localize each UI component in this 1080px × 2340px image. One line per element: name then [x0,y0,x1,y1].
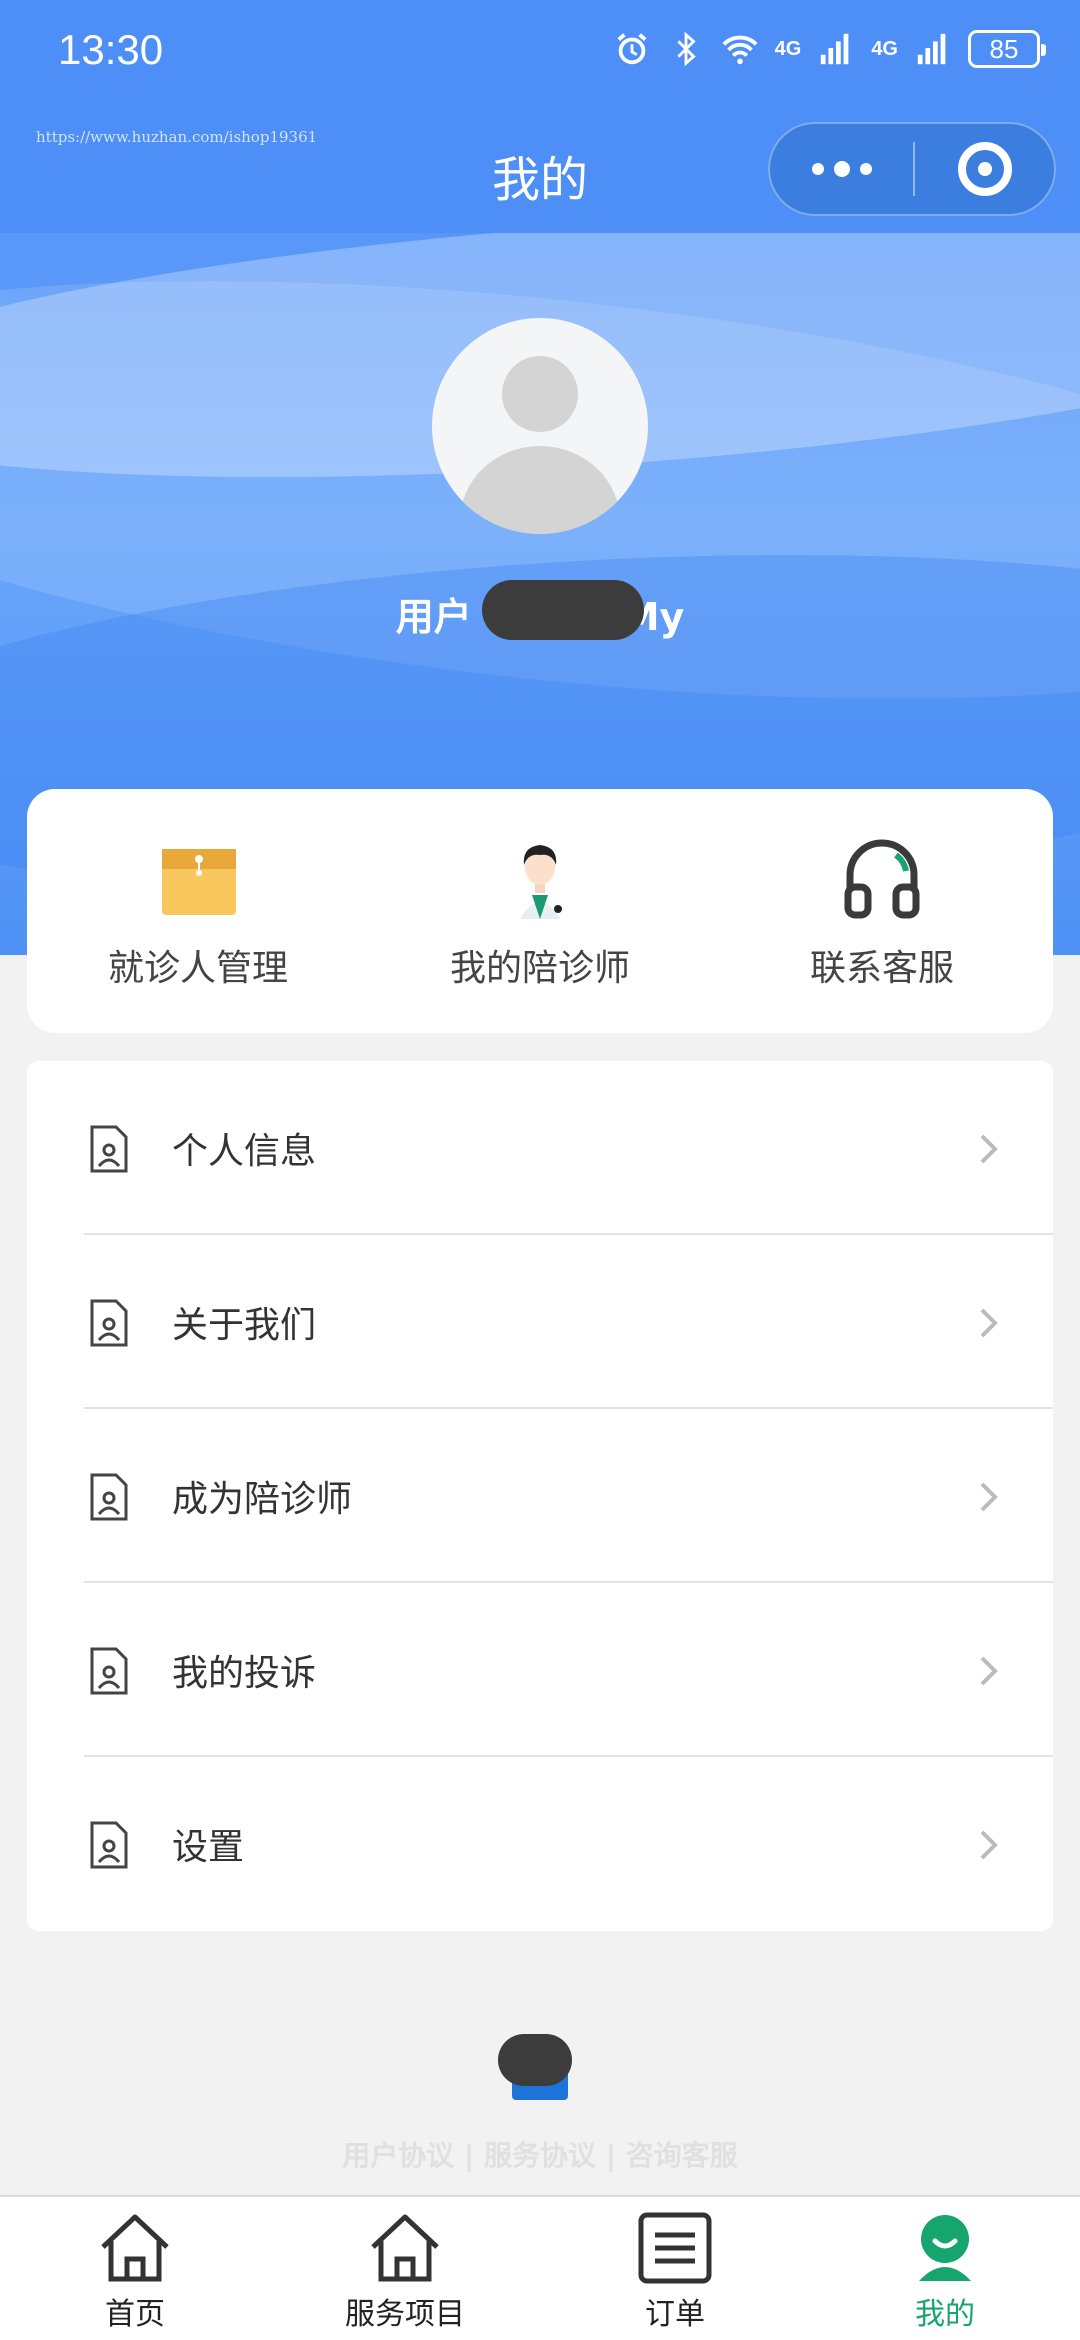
menu-item-label: 关于我们 [172,1305,317,1346]
quick-action-service[interactable]: 联系客服 [711,789,1053,1033]
mini-program-capsule [768,122,1056,216]
footer-link-consult[interactable]: 咨询客服 [626,2139,738,2172]
quick-actions-card: 就诊人管理 我的陪诊师 联系客服 [27,789,1053,1033]
wifi-icon [722,35,758,65]
menu-item-settings[interactable]: 设置 [27,1757,1053,1931]
chevron-right-icon [980,1482,998,1512]
alarm-icon [617,33,647,65]
menu-item-label: 我的投诉 [172,1653,317,1694]
profile-doc-icon [90,1647,128,1695]
headset-icon [844,839,920,919]
chevron-right-icon [980,1656,998,1686]
user-icon [919,2215,971,2281]
chevron-right-icon [980,1830,998,1860]
avatar[interactable] [432,318,648,534]
menu-item-complaints[interactable]: 我的投诉 [27,1583,1053,1757]
username-start: 用户 [395,595,472,639]
tab-label: 首页 [105,2297,165,2332]
menu-item-label: 个人信息 [172,1131,317,1172]
profile-doc-icon [90,1821,128,1869]
profile-doc-icon [90,1473,128,1521]
chevron-right-icon [980,1308,998,1338]
tab-label: 我的 [915,2297,975,2332]
menu-item-become-escort[interactable]: 成为陪诊师 [27,1409,1053,1583]
tab-bar: 首页 服务项目 订单 我的 [0,2195,1080,2340]
tab-label: 订单 [645,2297,705,2332]
footer-link-user-agreement[interactable]: 用户协议 [342,2139,454,2172]
quick-action-label: 联系客服 [809,948,954,989]
menu-item-label: 设置 [172,1827,245,1868]
bluetooth-icon [677,31,696,67]
tab-orders[interactable]: 订单 [540,2197,810,2340]
menu-item-profile[interactable]: 个人信息 [27,1061,1053,1235]
tab-label: 服务项目 [345,2297,465,2332]
list-icon [638,2212,712,2284]
quick-action-escort[interactable]: 我的陪诊师 [369,789,711,1033]
close-target-icon[interactable] [915,124,1054,214]
menu-item-label: 成为陪诊师 [172,1479,353,1520]
doctor-icon [520,845,562,919]
quick-action-label: 我的陪诊师 [449,948,630,989]
network-label-1: 4G [774,37,802,60]
menu-list: 个人信息 关于我们 成为陪诊师 我的投诉 设置 [27,1061,1053,1931]
more-dots-icon[interactable] [770,124,913,214]
menu-item-about[interactable]: 关于我们 [27,1235,1053,1409]
status-time: 13:30 [58,26,164,73]
tab-home[interactable]: 首页 [0,2197,270,2340]
signal-icon [821,33,849,65]
chevron-right-icon [980,1134,998,1164]
signal-icon [917,33,946,65]
profile-doc-icon [90,1125,128,1173]
folder-icon [162,849,236,915]
quick-action-label: 就诊人管理 [107,948,288,989]
footer-links: 用户协议 | 服务协议 | 咨询客服 [342,2139,738,2172]
redaction-mark [482,580,644,640]
home-icon [371,2214,439,2282]
home-icon [101,2214,169,2282]
quick-action-patients[interactable]: 就诊人管理 [27,789,369,1033]
status-bar: 13:30 4G 4G 85 [0,0,1080,110]
footer-link-service-agreement[interactable]: 服务协议 [484,2139,596,2172]
tab-mine[interactable]: 我的 [810,2197,1080,2340]
tab-services[interactable]: 服务项目 [270,2197,540,2340]
network-label-2: 4G [871,37,898,60]
profile-doc-icon [90,1299,128,1347]
redaction-mark [498,2034,572,2086]
battery-indicator: 85 [968,30,1046,68]
